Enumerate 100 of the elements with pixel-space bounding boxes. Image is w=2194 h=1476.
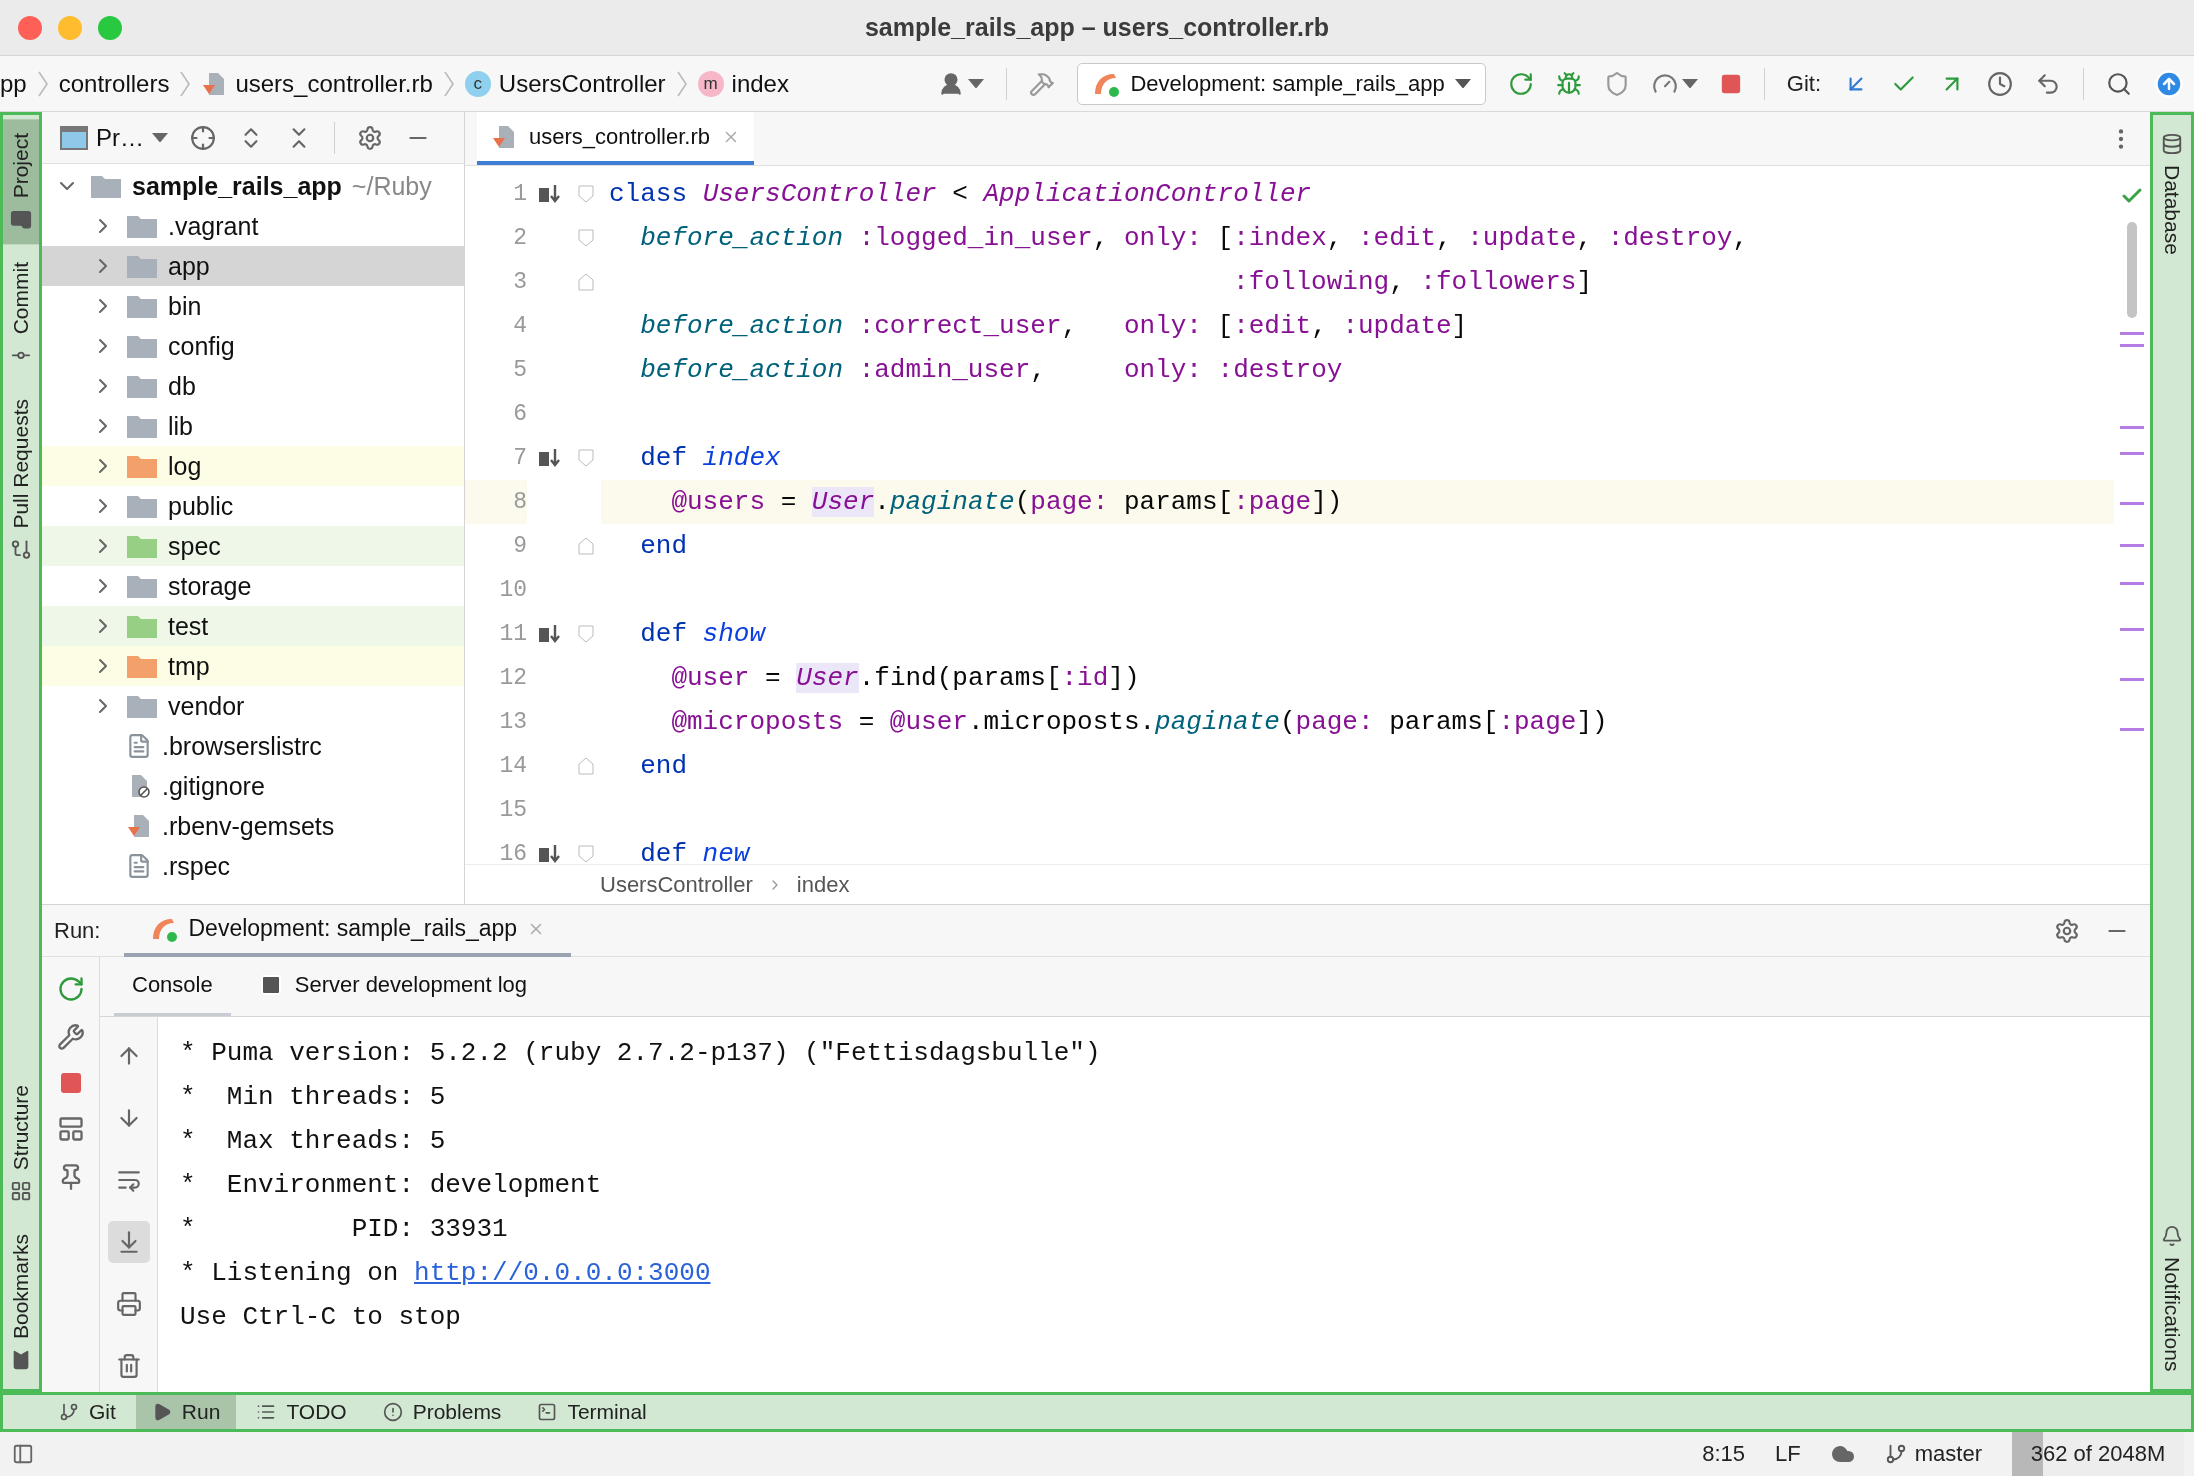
breadcrumb-item[interactable]: c UsersController (464, 69, 666, 98)
code-line: :following, :followers] (1232, 266, 1593, 299)
tree-item[interactable]: .rbenv-gemsets (42, 806, 464, 846)
tree-item[interactable]: storage (42, 566, 464, 606)
breadcrumb-item[interactable]: users_controller.rb (201, 69, 433, 98)
folder-icon (126, 453, 158, 479)
tree-item[interactable]: .vagrant (42, 206, 464, 246)
fold-marker-icon[interactable] (578, 185, 594, 203)
tool-window-tab[interactable]: Problems (366, 1395, 518, 1429)
tree-item-label: bin (168, 291, 202, 321)
settings-icon[interactable] (357, 124, 383, 151)
run-label: Run: (54, 917, 101, 944)
git-branch-widget[interactable]: master (1884, 1441, 1982, 1467)
fold-marker-icon[interactable] (578, 537, 594, 555)
console-output-line: * Puma version: 5.2.2 (ruby 2.7.2-p137) ("Fettisdagsbulle") (180, 1037, 1102, 1070)
project-view-dropdown[interactable]: Pr… (60, 123, 168, 152)
search-icon[interactable] (2106, 70, 2132, 97)
fold-marker-icon[interactable] (578, 449, 594, 467)
tool-window-button[interactable]: Project (3, 119, 39, 245)
code-line: @microposts = @user.microposts.paginate(page: params[:page]) (670, 706, 1609, 739)
git-label: Git: (1786, 70, 1821, 97)
tree-item[interactable]: public (42, 486, 464, 526)
tree-item[interactable]: tmp (42, 646, 464, 686)
wrench-icon[interactable] (56, 1023, 85, 1051)
fold-marker-icon[interactable] (578, 845, 594, 863)
crosshair-icon[interactable] (190, 124, 216, 151)
tree-item[interactable]: spec (42, 526, 464, 566)
tool-window-tab[interactable]: Terminal (521, 1395, 663, 1429)
tree-item-label: db (168, 371, 196, 401)
console-tab[interactable]: Server development log (240, 957, 546, 1016)
console-link[interactable]: http://0.0.0.0:3000 (414, 1258, 711, 1288)
list-icon (256, 1402, 277, 1422)
stop-icon[interactable] (58, 1071, 83, 1095)
tool-window-button[interactable]: Bookmarks (3, 1219, 39, 1385)
tree-item[interactable]: db (42, 366, 464, 406)
scroll-to-end-button[interactable] (107, 1221, 150, 1263)
tree-item-label: .rbenv-gemsets (162, 811, 335, 841)
breadcrumb-item[interactable]: UsersController (600, 871, 753, 898)
tool-window-button[interactable]: Commit (3, 248, 39, 381)
text-file-icon (126, 733, 152, 759)
fold-marker-icon[interactable] (578, 625, 594, 643)
caret-icon[interactable] (968, 78, 985, 89)
tool-window-button[interactable]: Pull Requests (3, 384, 39, 575)
scrollbar-thumb[interactable] (2127, 222, 2137, 318)
code-line: before_action :logged_in_user, only: [:index, :edit, :update, :destroy, (639, 222, 1750, 255)
clock-icon[interactable] (1987, 70, 2013, 97)
tree-item-label: config (168, 331, 235, 361)
line-number: 7 (512, 444, 527, 473)
code-line: end (639, 750, 688, 783)
close-window-button[interactable] (18, 15, 42, 40)
fold-marker-icon[interactable] (578, 229, 594, 247)
line-ending[interactable]: LF (1775, 1441, 1801, 1467)
bug-icon[interactable] (1555, 70, 1582, 97)
code-line: def show (639, 618, 767, 651)
tree-item[interactable]: app (42, 246, 464, 286)
line-number: 3 (512, 268, 527, 297)
stop-icon[interactable] (1719, 72, 1742, 95)
fold-marker-icon[interactable] (578, 757, 594, 775)
tree-item[interactable]: .rspec (42, 846, 464, 886)
editor-tab[interactable]: users_controller.rb (477, 112, 754, 165)
breadcrumb-item[interactable]: controllers (58, 69, 170, 98)
caret-icon[interactable] (1681, 78, 1698, 89)
tree-item-label: vendor (168, 691, 245, 721)
run-configuration-dropdown[interactable]: Development: sample_rails_app (1077, 62, 1486, 105)
tree-item[interactable]: .browserslistrc (42, 726, 464, 766)
tree-item[interactable]: sample_rails_app ~/Ruby (42, 166, 464, 206)
settings-icon[interactable] (2054, 917, 2080, 944)
tree-item[interactable]: bin (42, 286, 464, 326)
tree-item[interactable]: .gitignore (42, 766, 464, 806)
breadcrumb-item[interactable]: pp (0, 69, 27, 98)
tool-window-button[interactable]: Database (2153, 119, 2191, 269)
update-icon[interactable] (2154, 68, 2184, 99)
line-number: 16 (498, 840, 527, 864)
tree-item[interactable]: config (42, 326, 464, 366)
tree-item[interactable]: lib (42, 406, 464, 446)
tool-window-button[interactable]: Notifications (2153, 1210, 2191, 1385)
class-badge: c (464, 70, 491, 97)
rerun-icon[interactable] (56, 975, 85, 1003)
code-line: before_action :admin_user, only: :destroy (639, 354, 1344, 387)
tree-item[interactable]: test (42, 606, 464, 646)
line-number: 8 (465, 480, 527, 524)
tool-window-button[interactable]: Structure (3, 1070, 39, 1216)
tree-item[interactable]: log (42, 446, 464, 486)
console-output-line: * Environment: development (180, 1169, 603, 1202)
hammer-icon[interactable] (1029, 70, 1056, 97)
tree-item[interactable]: vendor (42, 686, 464, 726)
fold-marker-icon[interactable] (578, 273, 594, 291)
printer-icon (115, 1291, 142, 1317)
caret-position[interactable]: 8:15 (1702, 1441, 1746, 1467)
breadcrumb-item[interactable]: m index (697, 69, 789, 98)
panel-toggle-icon[interactable] (12, 1443, 34, 1465)
tree-item-label: public (168, 491, 234, 521)
tool-window-tab[interactable]: TODO (240, 1395, 363, 1429)
window-icon (60, 125, 88, 150)
tool-window-tab[interactable]: Run (135, 1395, 237, 1429)
rerun-icon[interactable] (1507, 70, 1534, 97)
breadcrumb-item[interactable]: index (796, 871, 850, 898)
layout-icon[interactable] (56, 1115, 85, 1143)
memory-indicator[interactable]: 362 of 2048M (2012, 1432, 2184, 1476)
tool-window-tab[interactable]: Git (43, 1395, 132, 1429)
